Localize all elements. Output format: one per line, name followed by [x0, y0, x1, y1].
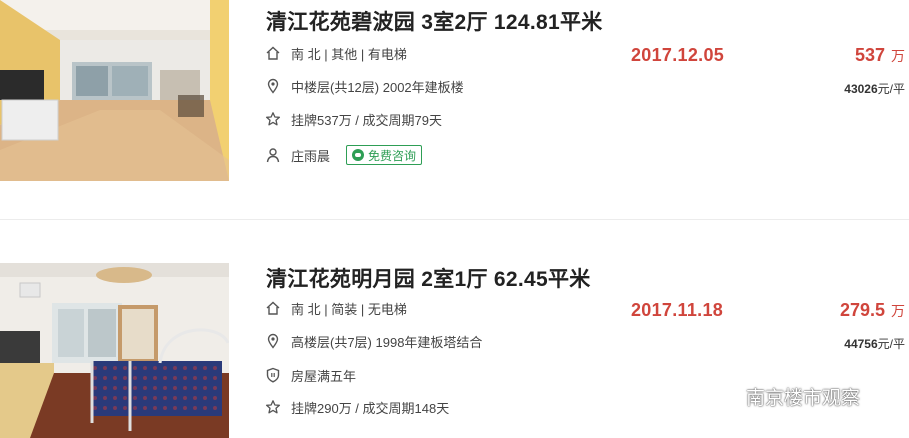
orientation-row: 南 北 | 其他 | 有电梯	[265, 43, 407, 63]
deal-date: 2017.12.05	[631, 45, 725, 65]
free-consult-button[interactable]: 免费咨询	[346, 145, 423, 165]
price-unit: 万	[891, 303, 905, 319]
shield-icon	[265, 367, 281, 383]
unit-price: 44756元/平	[844, 335, 905, 352]
tax-text: 房屋满五年	[291, 368, 357, 384]
price-unit: 万	[891, 48, 905, 64]
location-pin-icon	[265, 78, 281, 94]
floor-row: 高楼层(共7层) 1998年建板塔结合	[265, 331, 482, 351]
orientation-row: 南 北 | 简装 | 无电梯	[265, 298, 407, 318]
unit-price-value: 43026	[844, 82, 878, 96]
price-value: 279.5	[839, 300, 885, 320]
home-icon	[265, 300, 281, 316]
deal-date: 2017.11.18	[631, 300, 724, 320]
floor-text: 中楼层(共12层) 2002年建板楼	[291, 79, 464, 95]
listing-photo[interactable]	[0, 263, 229, 438]
listing-title[interactable]: 清江花苑碧波园 3室2厅 124.81平米	[266, 6, 603, 36]
star-icon	[265, 399, 281, 415]
agent-name[interactable]: 庄雨晨	[291, 146, 330, 165]
listing-title[interactable]: 清江花苑明月园 2室1厅 62.45平米	[266, 263, 591, 293]
deal-price: 537 万	[855, 45, 905, 66]
price-value: 537	[854, 45, 885, 65]
listing-card[interactable]: 清江花苑明月园 2室1厅 62.45平米 南 北 | 简装 | 无电梯 高楼层(…	[0, 255, 909, 438]
floor-row: 中楼层(共12层) 2002年建板楼	[265, 76, 464, 96]
floor-text: 高楼层(共7层) 1998年建板塔结合	[291, 334, 483, 350]
orientation-text: 南 北 | 其他 | 有电梯	[291, 46, 407, 62]
consult-label: 免费咨询	[368, 148, 417, 163]
listing-card[interactable]: 清江花苑碧波园 3室2厅 124.81平米 南 北 | 其他 | 有电梯 中楼层…	[0, 0, 909, 200]
watermark-text: 南京楼市观察	[746, 388, 861, 409]
unit-price-value: 44756	[844, 337, 878, 351]
listing-info-row: 挂牌290万 / 成交周期148天	[265, 397, 449, 417]
tax-row: 房屋满五年	[265, 365, 356, 385]
home-icon	[265, 45, 281, 61]
listing-info-row: 挂牌537万 / 成交周期79天	[265, 109, 442, 129]
listing-photo[interactable]	[0, 0, 229, 181]
person-icon	[265, 147, 281, 163]
unit-price: 43026元/平	[844, 80, 905, 97]
unit-price-suffix: 元/平	[877, 82, 905, 96]
chat-icon	[352, 149, 365, 161]
divider	[0, 219, 909, 220]
star-icon	[265, 111, 281, 127]
listing-info-text: 挂牌537万 / 成交周期79天	[291, 112, 442, 128]
deal-price: 279.5 万	[840, 300, 905, 321]
orientation-text: 南 北 | 简装 | 无电梯	[291, 301, 407, 317]
wechat-icon	[701, 384, 736, 408]
location-pin-icon	[265, 333, 281, 349]
unit-price-suffix: 元/平	[877, 337, 905, 351]
listing-info-text: 挂牌290万 / 成交周期148天	[291, 400, 450, 416]
watermark: 南京楼市观察	[700, 383, 860, 410]
agent-row: 庄雨晨 免费咨询	[265, 145, 423, 165]
